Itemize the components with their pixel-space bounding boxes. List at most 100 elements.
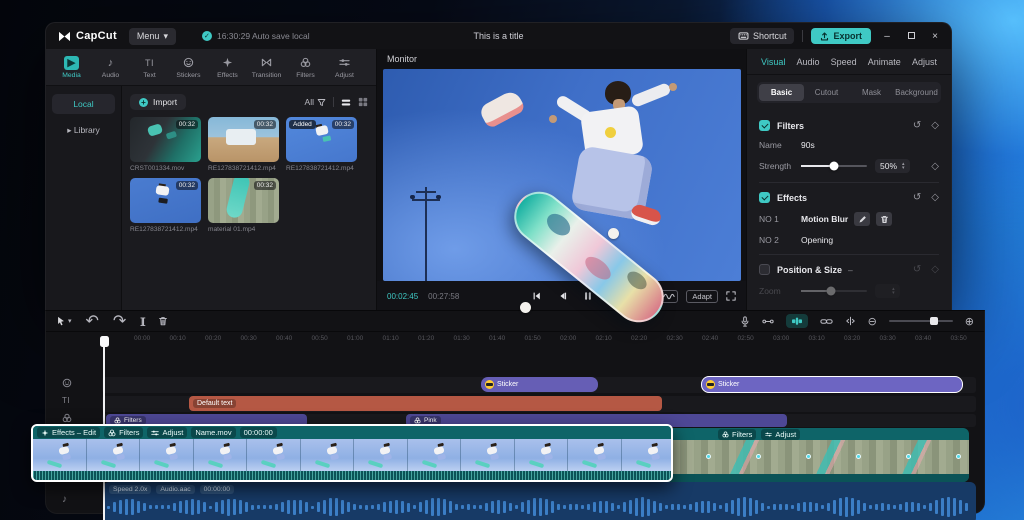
fullscreen-icon[interactable] bbox=[726, 291, 736, 301]
strength-slider[interactable] bbox=[801, 165, 867, 167]
keyframe-diamond-icon[interactable]: ◇ bbox=[931, 161, 939, 172]
strength-value-box[interactable]: 50% ▴▾ bbox=[875, 159, 910, 173]
sticker-clip-2-selected[interactable]: Sticker bbox=[701, 376, 963, 393]
subtab-background[interactable]: Background bbox=[894, 84, 939, 101]
effect-name: Motion Blur bbox=[801, 214, 848, 224]
effect-index: NO 2 bbox=[759, 235, 801, 245]
tab-speed[interactable]: Speed bbox=[831, 57, 857, 67]
magnet-snapping-icon[interactable] bbox=[762, 317, 774, 326]
funnel-icon bbox=[317, 98, 326, 107]
media-item[interactable]: 00:32 CRST001334.mov bbox=[130, 117, 201, 172]
effects-checkbox[interactable] bbox=[759, 192, 770, 203]
sidebar-item-library[interactable]: ▸ Library bbox=[52, 120, 115, 141]
ruler-tick: 03:40 bbox=[915, 335, 931, 342]
reset-icon[interactable]: ↺ bbox=[913, 192, 921, 203]
shortcut-button[interactable]: Shortcut bbox=[730, 28, 795, 44]
reset-icon: ↺ bbox=[913, 264, 921, 275]
close-button[interactable]: × bbox=[927, 31, 943, 42]
transition-icon bbox=[261, 56, 272, 70]
tab-media[interactable]: ▶ Media bbox=[52, 56, 91, 79]
keyframe-dot[interactable] bbox=[856, 454, 861, 459]
keyframe-diamond-icon[interactable]: ◇ bbox=[931, 120, 939, 131]
tab-animate[interactable]: Animate bbox=[868, 57, 901, 67]
sticker-clip-1[interactable]: Sticker bbox=[481, 377, 598, 392]
subtab-basic[interactable]: Basic bbox=[759, 84, 804, 101]
timeline-zoom-slider[interactable] bbox=[889, 320, 953, 322]
film-frame bbox=[408, 439, 462, 471]
divider bbox=[802, 30, 803, 42]
import-button[interactable]: + Import bbox=[130, 94, 186, 110]
delete-button[interactable] bbox=[158, 316, 168, 326]
media-item[interactable]: Added 00:32 RE127838721412.mp4 bbox=[286, 117, 357, 172]
keyframe-dot[interactable] bbox=[906, 454, 911, 459]
clip-audio-strip bbox=[33, 471, 671, 482]
tab-stickers[interactable]: Stickers bbox=[169, 56, 208, 79]
selected-video-clip[interactable]: Effects – Edit Filters Adjust Name.mov 0… bbox=[31, 424, 673, 482]
menu-button[interactable]: Menu ▾ bbox=[129, 28, 176, 45]
media-grid: 00:32 CRST001334.mov 00:32 RE12783872141… bbox=[130, 117, 368, 233]
tab-adjust[interactable]: Adjust bbox=[325, 56, 364, 79]
previous-frame-button[interactable] bbox=[557, 291, 567, 301]
capcut-logo-icon bbox=[58, 31, 71, 42]
keyframe-dot[interactable] bbox=[756, 454, 761, 459]
filters-checkbox[interactable] bbox=[759, 120, 770, 131]
stepper-icons[interactable]: ▴▾ bbox=[902, 162, 905, 170]
keyframe-dot[interactable] bbox=[806, 454, 811, 459]
divider bbox=[759, 254, 939, 255]
position-size-checkbox[interactable] bbox=[759, 264, 770, 275]
tab-effects[interactable]: Effects bbox=[208, 56, 247, 79]
delete-effect-button[interactable] bbox=[876, 212, 892, 226]
link-clips-icon[interactable] bbox=[820, 317, 833, 326]
chevron-down-icon: ▾ bbox=[163, 31, 168, 42]
zoom-in-icon[interactable]: ⊕ bbox=[965, 315, 974, 328]
keyframe-dot[interactable] bbox=[706, 454, 711, 459]
ruler-tick: 01:00 bbox=[347, 335, 363, 342]
subtab-mask[interactable]: Mask bbox=[849, 84, 894, 101]
clip-filters-button[interactable]: Filters bbox=[104, 427, 143, 438]
chevron-down-icon: ▾ bbox=[68, 317, 72, 325]
clip-adjust-button[interactable]: Adjust bbox=[147, 427, 187, 438]
media-item[interactable]: 00:32 RE127838721412.mp4 bbox=[130, 178, 201, 233]
keyframe-diamond-icon[interactable]: ◇ bbox=[931, 192, 939, 203]
tab-text[interactable]: TI Text bbox=[130, 56, 169, 79]
clip-label: Default text bbox=[193, 399, 236, 408]
text-clip[interactable]: Default text bbox=[189, 396, 662, 411]
media-item[interactable]: 00:32 material 01.mp4 bbox=[208, 178, 279, 233]
filter-all-dropdown[interactable]: All bbox=[305, 97, 326, 107]
playhead-handle[interactable] bbox=[100, 336, 109, 347]
grid-view-icon[interactable] bbox=[358, 97, 368, 107]
skip-start-button[interactable] bbox=[531, 291, 541, 301]
split-view-icon[interactable] bbox=[845, 316, 856, 326]
maximize-button[interactable] bbox=[903, 31, 919, 42]
subtab-cutout[interactable]: Cutout bbox=[804, 84, 849, 101]
keyframe-dot[interactable] bbox=[956, 454, 961, 459]
media-filename: CRST001334.mov bbox=[130, 165, 201, 172]
adapt-dropdown[interactable]: Adapt bbox=[686, 290, 718, 303]
ruler-tick: 00:40 bbox=[276, 335, 292, 342]
collapse-icon[interactable]: – bbox=[848, 265, 853, 275]
time-ruler[interactable]: 00:0000:1000:2000:3000:4000:5001:0001:10… bbox=[46, 332, 984, 347]
media-item[interactable]: 00:32 RE127838721412.mp4 bbox=[208, 117, 279, 172]
select-tool-button[interactable]: ▾ bbox=[56, 316, 72, 327]
audio-clip[interactable]: Speed 2.0x Audio.aac 00:00:00 bbox=[103, 482, 976, 520]
zoom-out-icon[interactable]: ⊖ bbox=[868, 315, 877, 328]
tab-audio-props[interactable]: Audio bbox=[796, 57, 819, 67]
tab-filters[interactable]: Filters bbox=[286, 56, 325, 79]
undo-button[interactable]: ↶ bbox=[86, 311, 99, 331]
split-button[interactable]: ][ bbox=[140, 316, 144, 326]
pause-button[interactable] bbox=[583, 291, 592, 301]
tab-adjust-props[interactable]: Adjust bbox=[912, 57, 937, 67]
sidebar-item-local[interactable]: Local bbox=[52, 94, 115, 114]
edit-effect-button[interactable] bbox=[854, 212, 870, 226]
main-track-magnet-icon[interactable] bbox=[786, 314, 808, 328]
minimize-button[interactable]: – bbox=[879, 31, 895, 42]
record-voiceover-icon[interactable] bbox=[740, 316, 750, 327]
redo-button[interactable]: ↷ bbox=[113, 311, 126, 331]
reset-icon[interactable]: ↺ bbox=[913, 120, 921, 131]
tab-visual[interactable]: Visual bbox=[761, 57, 785, 67]
effects-edit-button[interactable]: Effects – Edit bbox=[37, 427, 100, 438]
export-button[interactable]: Export bbox=[811, 28, 871, 44]
list-view-icon[interactable] bbox=[341, 98, 351, 107]
tab-audio[interactable]: ♪ Audio bbox=[91, 56, 130, 79]
tab-transition[interactable]: Transition bbox=[247, 56, 286, 79]
